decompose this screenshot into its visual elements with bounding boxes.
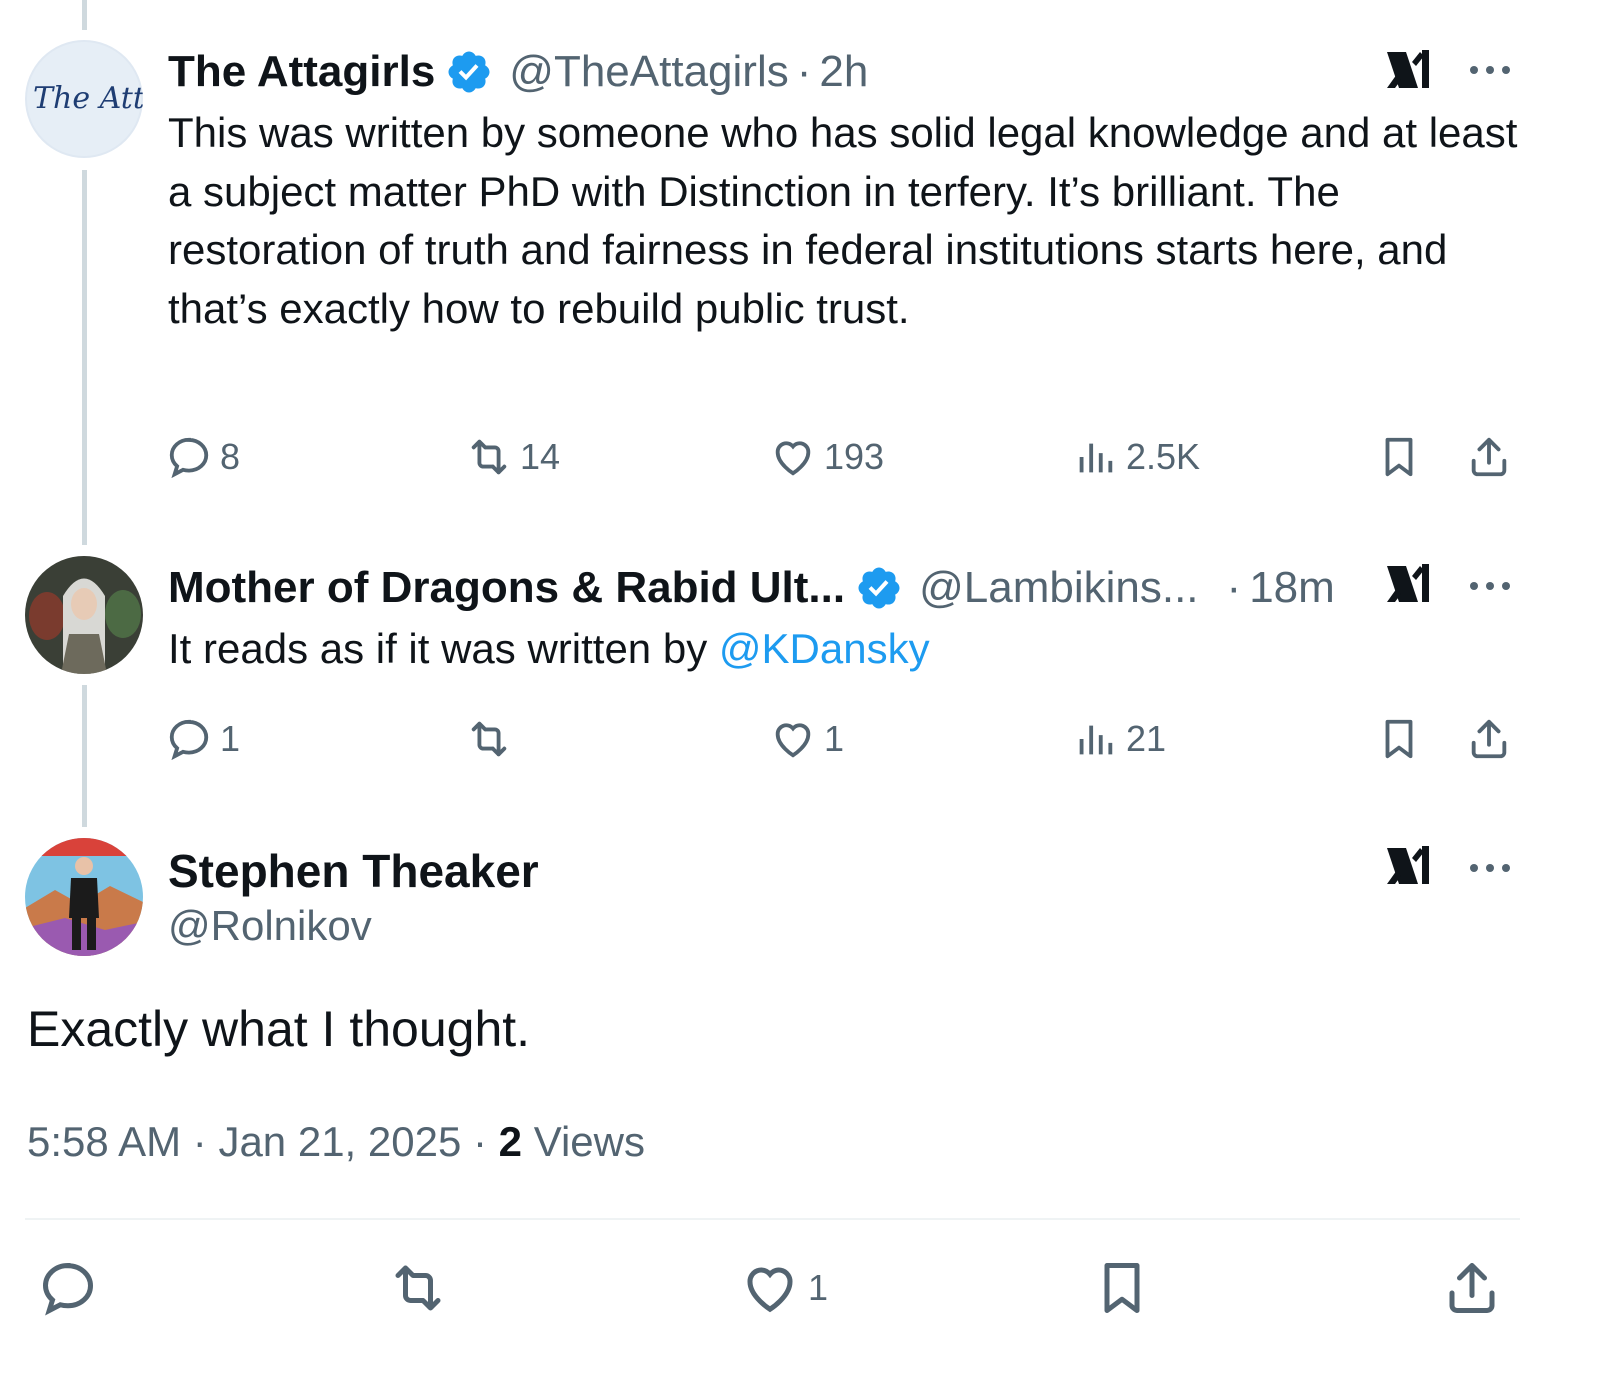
avatar[interactable] xyxy=(25,838,143,956)
tweet-actions: 8 14 193 2.5K xyxy=(0,434,1600,494)
tweet-date[interactable]: Jan 21, 2025 xyxy=(218,1118,461,1165)
display-name[interactable]: Mother of Dragons & Rabid Ult... xyxy=(168,566,845,610)
like-icon xyxy=(775,723,811,758)
main-tweet-actions: 1 xyxy=(0,1258,1600,1328)
repost-icon xyxy=(471,439,507,475)
divider xyxy=(25,1218,1520,1220)
share-button[interactable] xyxy=(1466,434,1512,480)
reply-button[interactable]: 8 xyxy=(166,434,240,480)
more-icon[interactable] xyxy=(1466,844,1514,892)
repost-icon xyxy=(471,721,507,757)
like-button[interactable]: 1 xyxy=(740,1258,828,1318)
views-count: 21 xyxy=(1126,718,1167,759)
user-handle[interactable]: @Rolnikov xyxy=(168,902,372,950)
repost-icon xyxy=(395,1265,441,1311)
share-button[interactable] xyxy=(1466,716,1512,762)
bookmark-button[interactable] xyxy=(1376,716,1422,762)
user-handle[interactable]: @TheAttagirls xyxy=(509,50,788,94)
like-count: 1 xyxy=(824,718,845,759)
like-button[interactable]: 193 xyxy=(770,434,884,480)
bookmark-icon xyxy=(1385,719,1413,759)
avatar[interactable] xyxy=(25,556,143,674)
repost-button[interactable]: 14 xyxy=(466,434,560,480)
views-button[interactable]: 21 xyxy=(1072,716,1166,762)
views-icon xyxy=(1079,725,1113,755)
reply-count: 1 xyxy=(220,718,241,759)
share-icon xyxy=(1471,719,1507,759)
tweet-header: The Attagirls @TheAttagirls · 2h xyxy=(168,48,868,96)
tweet-meta: 5:58 AM · Jan 21, 2025 · 2 Views xyxy=(27,1118,645,1166)
reply-icon xyxy=(169,437,209,479)
share-button[interactable] xyxy=(1442,1258,1502,1318)
like-button[interactable]: 1 xyxy=(770,716,844,762)
grok-icon[interactable] xyxy=(1384,44,1436,96)
separator-dot: · xyxy=(796,47,812,96)
grok-icon[interactable] xyxy=(1384,558,1436,610)
views-count: 2.5K xyxy=(1126,436,1201,477)
thread-line xyxy=(82,0,87,30)
like-count: 193 xyxy=(824,436,885,477)
bookmark-icon xyxy=(1104,1263,1140,1313)
tweet-text: This was written by someone who has soli… xyxy=(168,109,1518,332)
verified-badge-icon xyxy=(448,51,490,93)
share-icon xyxy=(1471,437,1507,477)
display-name[interactable]: Stephen Theaker xyxy=(168,844,539,898)
tweet-actions: 1 1 21 xyxy=(0,716,1600,776)
like-icon xyxy=(747,1267,793,1313)
reply-icon xyxy=(42,1262,94,1316)
more-icon[interactable] xyxy=(1466,562,1514,610)
separator-dot: · xyxy=(473,1118,487,1165)
views-icon xyxy=(1079,443,1113,473)
views-label: Views xyxy=(533,1118,645,1165)
timestamp[interactable]: 2h xyxy=(819,50,868,94)
verified-badge-icon xyxy=(858,567,900,609)
reply-button[interactable]: 1 xyxy=(166,716,240,762)
like-count: 1 xyxy=(808,1267,829,1308)
mention-link[interactable]: @KDansky xyxy=(719,625,930,672)
avatar[interactable]: The Attagi xyxy=(25,40,143,158)
bookmark-icon xyxy=(1385,437,1413,477)
tweet-text: It reads as if it was written by @KDansk… xyxy=(168,620,1528,679)
reply-button[interactable] xyxy=(38,1258,98,1318)
tweet-time[interactable]: 5:58 AM xyxy=(27,1118,181,1165)
grok-icon[interactable] xyxy=(1384,840,1436,892)
main-tweet-text: Exactly what I thought. xyxy=(27,1001,531,1057)
avatar-logo-text: The Attagi xyxy=(33,81,143,116)
reply-count: 8 xyxy=(220,436,241,477)
separator-dot: · xyxy=(1226,563,1242,612)
like-icon xyxy=(775,441,811,476)
share-icon xyxy=(1449,1263,1495,1313)
views-count: 2 xyxy=(498,1118,523,1165)
repost-button[interactable] xyxy=(466,716,520,762)
user-handle[interactable]: @Lambikins... xyxy=(919,566,1198,610)
bookmark-button[interactable] xyxy=(1376,434,1422,480)
reply-icon xyxy=(169,719,209,761)
more-icon[interactable] xyxy=(1466,46,1514,94)
repost-count: 14 xyxy=(520,436,561,477)
bookmark-button[interactable] xyxy=(1092,1258,1152,1318)
views-button[interactable]: 2.5K xyxy=(1072,434,1200,480)
tweet-header: Mother of Dragons & Rabid Ult... @Lambik… xyxy=(168,564,1335,612)
display-name[interactable]: The Attagirls xyxy=(168,50,435,94)
repost-button[interactable] xyxy=(388,1258,448,1318)
tweet-text-content: It reads as if it was written by xyxy=(168,625,719,672)
separator-dot: · xyxy=(192,1118,207,1165)
timestamp[interactable]: 18m xyxy=(1249,566,1335,610)
